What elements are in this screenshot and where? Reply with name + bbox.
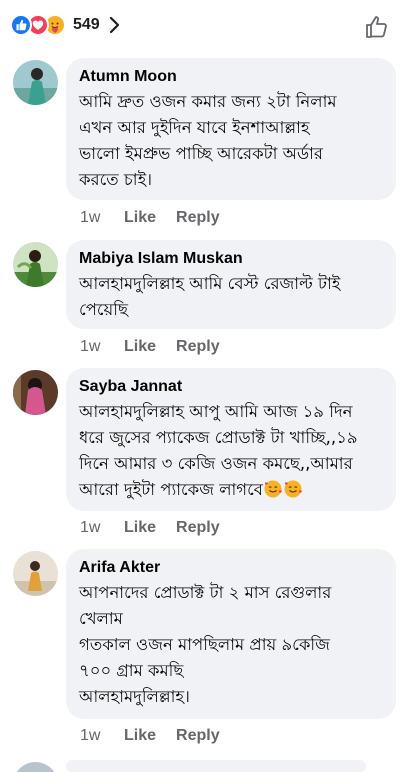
avatar[interactable] bbox=[13, 242, 58, 287]
avatar[interactable] bbox=[13, 60, 58, 105]
comment-bubble: Atumn Moon আমি দ্রুত ওজন কমার জন্য ২টা ন… bbox=[66, 58, 396, 200]
avatar[interactable] bbox=[13, 551, 58, 596]
smiling-face-with-hearts-icon bbox=[264, 480, 282, 498]
comment-actions: 1w Like Reply bbox=[80, 209, 240, 227]
reactions-summary[interactable]: 549 bbox=[10, 14, 122, 36]
comment-time[interactable]: 1w bbox=[80, 209, 124, 227]
reply-button[interactable]: Reply bbox=[176, 519, 220, 537]
avatar[interactable] bbox=[13, 762, 58, 772]
comment-bubble: Mabiya Islam Muskan আলহামদুলিল্লাহ আমি ব… bbox=[66, 240, 396, 329]
like-button[interactable]: Like bbox=[124, 519, 156, 537]
comment-text-body: আলহামদুলিল্লাহ আপু আমি আজ ১৯ দিন ধরে জুস… bbox=[79, 402, 358, 499]
comment-text: আপনাদের প্রোডাক্ট টা ২ মাস রেগুলার খেলাম… bbox=[79, 583, 332, 706]
comment-text: আলহামদুলিল্লাহ আপু আমি আজ ১৯ দিন ধরে জুস… bbox=[79, 399, 382, 503]
like-icon bbox=[10, 14, 32, 36]
comment-author[interactable]: Mabiya Islam Muskan bbox=[79, 249, 382, 269]
comment-bubble bbox=[66, 760, 366, 772]
comment-time[interactable]: 1w bbox=[80, 519, 124, 537]
comment-actions: 1w Like Reply bbox=[80, 727, 240, 745]
comment-author[interactable]: Arifa Akter bbox=[79, 558, 382, 578]
reply-button[interactable]: Reply bbox=[176, 727, 220, 745]
comment-author[interactable]: Sayba Jannat bbox=[79, 377, 382, 397]
comment-time[interactable]: 1w bbox=[80, 727, 124, 745]
like-post-icon[interactable] bbox=[364, 14, 390, 40]
comment-time[interactable]: 1w bbox=[80, 338, 124, 356]
comment-author[interactable]: Atumn Moon bbox=[79, 67, 382, 87]
chevron-right-icon bbox=[109, 16, 119, 34]
reply-button[interactable]: Reply bbox=[176, 209, 220, 227]
reply-button[interactable]: Reply bbox=[176, 338, 220, 356]
comment-text: আমি দ্রুত ওজন কমার জন্য ২টা নিলাম এখন আর… bbox=[79, 92, 337, 189]
comment-bubble: Sayba Jannat আলহামদুলিল্লাহ আপু আমি আজ ১… bbox=[66, 368, 396, 511]
like-button[interactable]: Like bbox=[124, 338, 156, 356]
comment-bubble: Arifa Akter আপনাদের প্রোডাক্ট টা ২ মাস র… bbox=[66, 549, 396, 719]
like-button[interactable]: Like bbox=[124, 209, 156, 227]
like-button[interactable]: Like bbox=[124, 727, 156, 745]
comment-actions: 1w Like Reply bbox=[80, 519, 240, 537]
reactions-bar: 549 bbox=[0, 0, 407, 52]
comment-text: আলহামদুলিল্লাহ আমি বেস্ট রেজাল্ট টাই পেয… bbox=[79, 274, 341, 319]
avatar[interactable] bbox=[13, 370, 58, 415]
comment-actions: 1w Like Reply bbox=[80, 338, 240, 356]
reaction-count: 549 bbox=[73, 16, 100, 33]
smiling-face-with-hearts-icon bbox=[284, 480, 302, 498]
